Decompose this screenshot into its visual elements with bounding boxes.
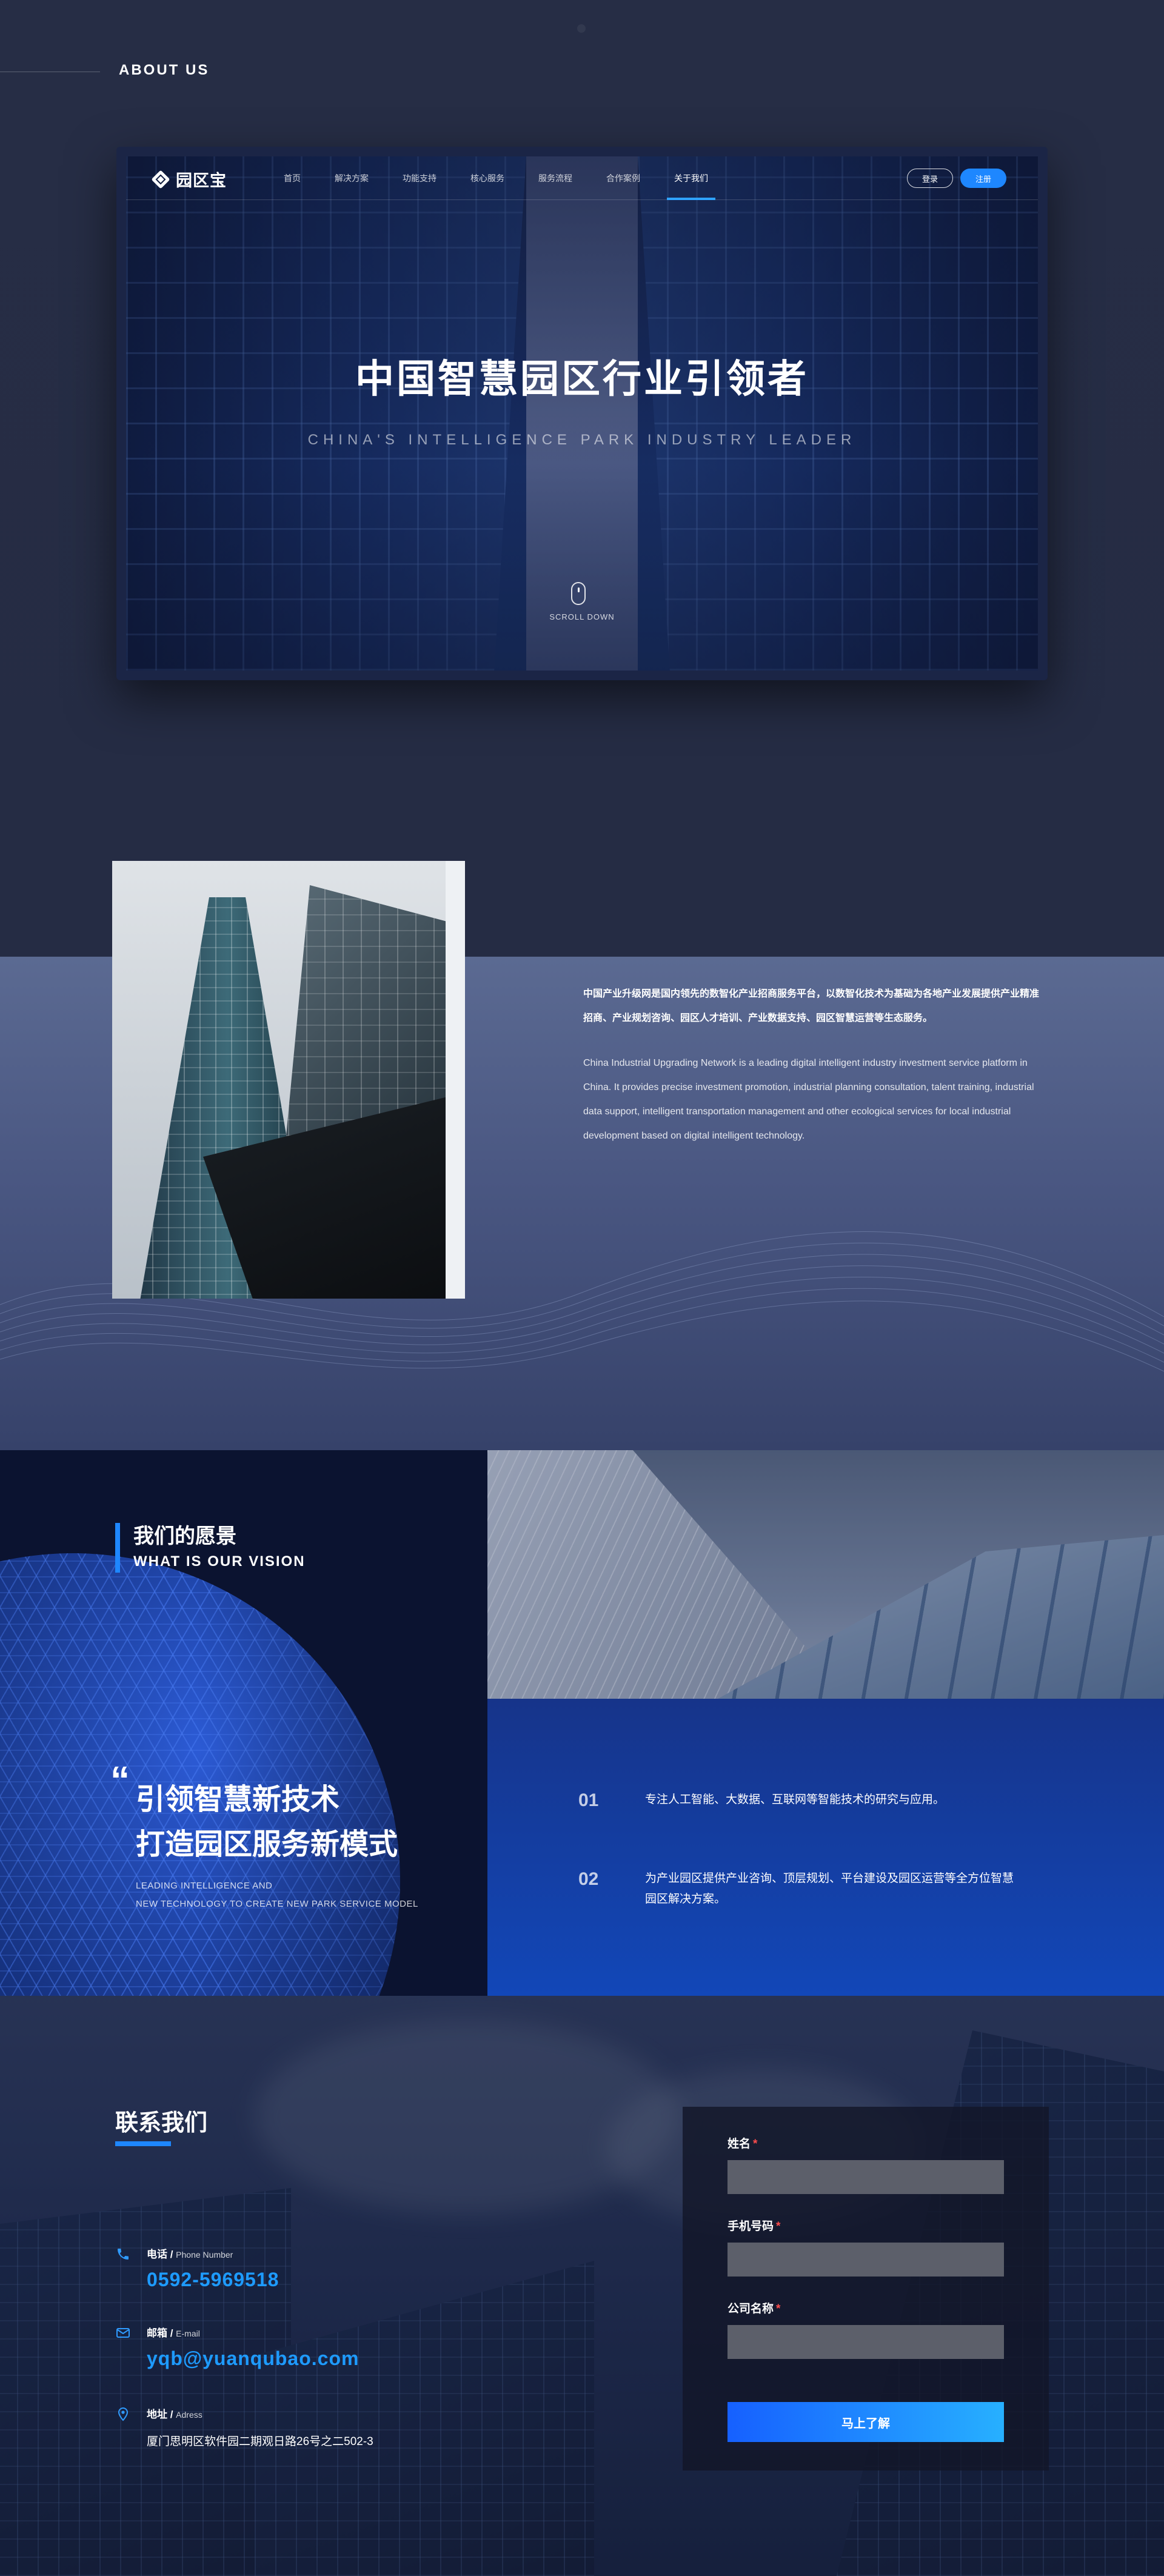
contact-title: 联系我们 <box>115 2110 208 2136</box>
contact-address-label: 地址 / Adress <box>147 2409 202 2420</box>
phone-input[interactable] <box>728 2243 1004 2277</box>
logo[interactable]: 园区宝 <box>150 167 227 191</box>
contact-email-label: 邮箱 / E-mail <box>147 2327 200 2339</box>
vision-right-panel: 01 专注人工智能、大数据、互联网等智能技术的研究与应用。 02 为产业园区提供… <box>487 1450 1164 1996</box>
company-field-label: 公司名称 * <box>728 2303 781 2315</box>
vision-architecture-photo <box>487 1450 1164 1699</box>
nav-item-about-us[interactable]: 关于我们 <box>667 156 715 200</box>
contact-form: 姓名 * 手机号码 * 公司名称 * 马上了解 <box>683 2107 1049 2471</box>
vision-item: 02 为产业园区提供产业咨询、顶层规划、平台建设及园区运营等全方位智慧园区解决方… <box>578 1868 1021 1910</box>
logo-text: 园区宝 <box>176 172 227 190</box>
vision-item-text: 专注人工智能、大数据、互联网等智能技术的研究与应用。 <box>645 1793 945 1806</box>
phone-icon <box>115 2247 131 2263</box>
phone-field-label: 手机号码 * <box>728 2220 781 2233</box>
vision-title-en: WHAT IS OUR VISION <box>133 1553 306 1570</box>
vision-section: 我们的愿景 WHAT IS OUR VISION “ 引领智慧新技术 打造园区服… <box>0 1450 1164 1996</box>
vision-item: 01 专注人工智能、大数据、互联网等智能技术的研究与应用。 <box>578 1790 1021 1812</box>
nav-item-features[interactable]: 功能支持 <box>403 156 436 200</box>
vision-title-cn: 我们的愿景 <box>133 1525 236 1548</box>
nav-item-service-process[interactable]: 服务流程 <box>538 156 572 200</box>
intro-text-block: 中国产业升级网是国内领先的数智化产业招商服务平台，以数智化技术为基础为各地产业发… <box>583 982 1044 1148</box>
location-pin-icon <box>115 2407 131 2423</box>
vision-slogan-en-line-2: NEW TECHNOLOGY TO CREATE NEW PARK SERVIC… <box>136 1899 418 1909</box>
heading-accent-bar <box>115 1523 120 1573</box>
vision-list: 01 专注人工智能、大数据、互联网等智能技术的研究与应用。 02 为产业园区提供… <box>487 1699 1164 1996</box>
intro-text-en: China Industrial Upgrading Network is a … <box>583 1058 1034 1141</box>
hero-banner: 园区宝 首页 解决方案 功能支持 核心服务 服务流程 合作案例 关于我们 登录 … <box>126 156 1038 671</box>
intro-building-photo <box>112 861 465 1299</box>
top-navigation: 园区宝 首页 解决方案 功能支持 核心服务 服务流程 合作案例 关于我们 登录 … <box>126 156 1038 200</box>
vision-slogan: 引领智慧新技术 打造园区服务新模式 <box>136 1778 398 1867</box>
vision-item-text: 为产业园区提供产业咨询、顶层规划、平台建设及园区运营等全方位智慧园区解决方案。 <box>645 1872 1014 1905</box>
vision-slogan-line-1: 引领智慧新技术 <box>136 1784 340 1816</box>
contact-email-value[interactable]: yqb@yuanqubao.com <box>147 2347 359 2370</box>
vision-left-panel: 我们的愿景 WHAT IS OUR VISION “ 引领智慧新技术 打造园区服… <box>0 1450 487 1996</box>
vision-item-number: 02 <box>578 1869 599 1889</box>
nav-menu: 首页 解决方案 功能支持 核心服务 服务流程 合作案例 关于我们 <box>284 156 742 200</box>
name-field-label: 姓名 * <box>728 2138 758 2150</box>
nav-item-core-services[interactable]: 核心服务 <box>470 156 504 200</box>
contact-section: 联系我们 电话 / Phone Number 0592-5969518 邮箱 /… <box>0 1996 1164 2576</box>
vision-heading: 我们的愿景 WHAT IS OUR VISION <box>115 1523 306 1574</box>
contact-phone-value[interactable]: 0592-5969518 <box>147 2269 279 2291</box>
hero-subtitle: CHINA'S INTELLIGENCE PARK INDUSTRY LEADE… <box>307 432 857 448</box>
name-input[interactable] <box>728 2160 1004 2194</box>
register-button[interactable]: 注册 <box>960 169 1006 188</box>
intro-text-cn: 中国产业升级网是国内领先的数智化产业招商服务平台，以数智化技术为基础为各地产业发… <box>583 989 1040 1023</box>
nav-item-solutions[interactable]: 解决方案 <box>335 156 369 200</box>
mouse-scroll-icon[interactable] <box>571 582 586 605</box>
vision-item-number: 01 <box>578 1790 599 1810</box>
mail-icon <box>115 2326 131 2341</box>
logo-mark-icon <box>150 169 171 190</box>
company-input[interactable] <box>728 2325 1004 2359</box>
nav-item-cases[interactable]: 合作案例 <box>606 156 640 200</box>
section-tag-about: ABOUT US <box>119 62 210 78</box>
login-button[interactable]: 登录 <box>907 169 953 188</box>
scroll-down-label: SCROLL DOWN <box>549 612 615 621</box>
vision-slogan-en: LEADING INTELLIGENCE AND NEW TECHNOLOGY … <box>136 1877 418 1913</box>
vision-slogan-line-2: 打造园区服务新模式 <box>136 1828 398 1861</box>
contact-title-accent-bar <box>115 2141 171 2146</box>
vision-slogan-en-line-1: LEADING INTELLIGENCE AND <box>136 1881 273 1891</box>
about-section: ABOUT US 园区宝 首页 解决方案 功能支持 核心服务 服务流程 合作案例… <box>0 0 1164 957</box>
hero-title: 中国智慧园区行业引领者 <box>355 357 809 401</box>
hero-preview-frame: 园区宝 首页 解决方案 功能支持 核心服务 服务流程 合作案例 关于我们 登录 … <box>116 147 1048 680</box>
nav-item-home[interactable]: 首页 <box>284 156 301 200</box>
quote-icon: “ <box>110 1758 130 1802</box>
submit-button[interactable]: 马上了解 <box>728 2402 1004 2442</box>
decorative-dot <box>577 24 586 33</box>
contact-address-value: 厦门思明区软件园二期观日路26号之二502-3 <box>147 2435 373 2448</box>
contact-phone-label: 电话 / Phone Number <box>147 2249 233 2260</box>
